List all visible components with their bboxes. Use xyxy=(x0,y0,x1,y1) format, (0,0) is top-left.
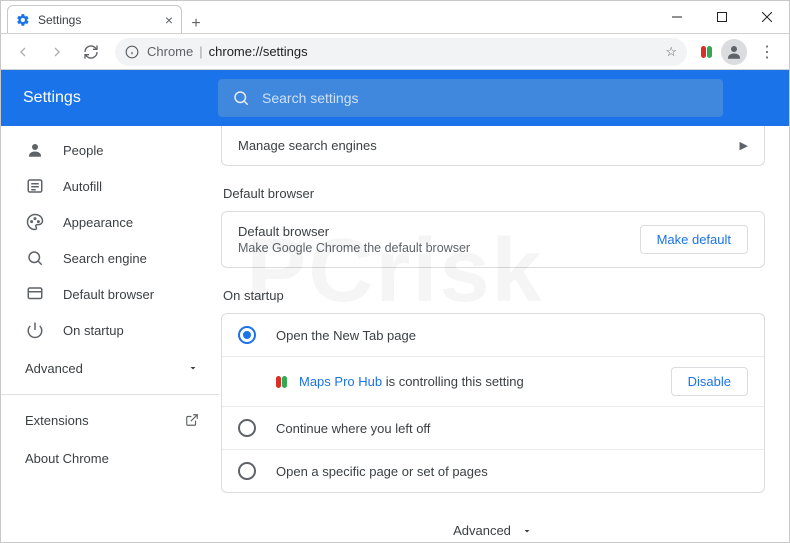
power-icon xyxy=(25,320,45,340)
section-title-startup: On startup xyxy=(223,288,765,303)
browser-toolbar: Chrome | chrome://settings ☆ ⋮ xyxy=(1,34,789,70)
extension-controlling-notice: Maps Pro Hub is controlling this setting… xyxy=(222,356,764,406)
row-label: Manage search engines xyxy=(238,138,740,153)
person-icon xyxy=(25,140,45,160)
search-engine-card: Manage search engines ▶ xyxy=(221,126,765,166)
sidebar-link-label: About Chrome xyxy=(25,451,109,466)
settings-header: Settings xyxy=(1,70,789,126)
sidebar-link-label: Extensions xyxy=(25,413,89,428)
browser-icon xyxy=(25,284,45,304)
site-info-icon[interactable] xyxy=(125,45,139,59)
radio-label: Continue where you left off xyxy=(276,421,430,436)
title-bar: Settings × + xyxy=(1,1,789,34)
page-title: Settings xyxy=(23,89,218,107)
extension-badge[interactable] xyxy=(697,43,715,61)
sidebar-item-people[interactable]: People xyxy=(1,132,219,168)
menu-button[interactable]: ⋮ xyxy=(753,42,781,62)
minimize-button[interactable] xyxy=(654,1,699,33)
controlling-text: is controlling this setting xyxy=(382,374,524,389)
section-title-default-browser: Default browser xyxy=(223,186,765,201)
extension-icon xyxy=(276,376,287,388)
sidebar-item-label: Default browser xyxy=(63,287,219,302)
sidebar: People Autofill Appearance Search engine… xyxy=(1,126,219,542)
maximize-button[interactable] xyxy=(699,1,744,33)
sidebar-item-label: People xyxy=(63,143,219,158)
sidebar-item-label: On startup xyxy=(63,323,219,338)
tab-strip: Settings × + xyxy=(1,1,210,33)
back-button[interactable] xyxy=(9,38,37,66)
address-bar[interactable]: Chrome | chrome://settings ☆ xyxy=(115,38,687,66)
settings-search[interactable] xyxy=(218,79,723,117)
advanced-footer[interactable]: Advanced xyxy=(221,523,765,538)
window-buttons xyxy=(654,1,789,33)
radio-icon[interactable] xyxy=(238,326,256,344)
chevron-down-icon xyxy=(521,525,533,537)
row-title: Default browser xyxy=(238,224,640,239)
sidebar-extensions[interactable]: Extensions xyxy=(1,401,219,439)
sidebar-item-label: Appearance xyxy=(63,215,219,230)
gear-icon xyxy=(16,13,30,27)
default-browser-card: Default browser Make Google Chrome the d… xyxy=(221,211,765,268)
settings-search-input[interactable] xyxy=(262,90,709,106)
extension-name-link[interactable]: Maps Pro Hub xyxy=(299,374,382,389)
chevron-down-icon xyxy=(187,362,199,374)
sidebar-item-label: Search engine xyxy=(63,251,219,266)
close-icon[interactable]: × xyxy=(165,13,173,27)
disable-button[interactable]: Disable xyxy=(671,367,748,396)
radio-icon[interactable] xyxy=(238,462,256,480)
startup-option-specific[interactable]: Open a specific page or set of pages xyxy=(222,449,764,492)
external-link-icon xyxy=(185,413,199,427)
palette-icon xyxy=(25,212,45,232)
sidebar-advanced[interactable]: Advanced xyxy=(1,348,219,388)
row-subtitle: Make Google Chrome the default browser xyxy=(238,241,640,255)
sidebar-item-label: Autofill xyxy=(63,179,219,194)
autofill-icon xyxy=(25,176,45,196)
divider xyxy=(1,394,219,395)
new-tab-button[interactable]: + xyxy=(182,15,210,33)
sidebar-about[interactable]: About Chrome xyxy=(1,439,219,477)
advanced-footer-label: Advanced xyxy=(453,523,511,538)
radio-label: Open the New Tab page xyxy=(276,328,416,343)
manage-search-engines-row[interactable]: Manage search engines ▶ xyxy=(222,126,764,165)
sidebar-item-on-startup[interactable]: On startup xyxy=(1,312,219,348)
make-default-button[interactable]: Make default xyxy=(640,225,748,254)
profile-avatar[interactable] xyxy=(721,39,747,65)
url-path: chrome://settings xyxy=(209,44,308,59)
sidebar-advanced-label: Advanced xyxy=(25,361,83,376)
url-separator: | xyxy=(199,44,202,59)
main-panel[interactable]: Manage search engines ▶ Default browser … xyxy=(219,126,789,542)
startup-card: Open the New Tab page Maps Pro Hub is co… xyxy=(221,313,765,493)
forward-button[interactable] xyxy=(43,38,71,66)
reload-button[interactable] xyxy=(77,38,105,66)
search-icon xyxy=(25,248,45,268)
sidebar-item-autofill[interactable]: Autofill xyxy=(1,168,219,204)
bookmark-star-icon[interactable]: ☆ xyxy=(665,44,677,60)
url-origin: Chrome xyxy=(147,44,193,59)
chevron-right-icon: ▶ xyxy=(740,139,748,152)
close-button[interactable] xyxy=(744,1,789,33)
tab-title: Settings xyxy=(38,13,165,27)
search-icon xyxy=(232,89,250,107)
startup-option-continue[interactable]: Continue where you left off xyxy=(222,406,764,449)
sidebar-item-search-engine[interactable]: Search engine xyxy=(1,240,219,276)
default-browser-row: Default browser Make Google Chrome the d… xyxy=(222,212,764,267)
startup-option-newtab[interactable]: Open the New Tab page xyxy=(222,314,764,356)
sidebar-item-default-browser[interactable]: Default browser xyxy=(1,276,219,312)
radio-label: Open a specific page or set of pages xyxy=(276,464,488,479)
browser-tab[interactable]: Settings × xyxy=(7,5,182,33)
sidebar-item-appearance[interactable]: Appearance xyxy=(1,204,219,240)
radio-icon[interactable] xyxy=(238,419,256,437)
